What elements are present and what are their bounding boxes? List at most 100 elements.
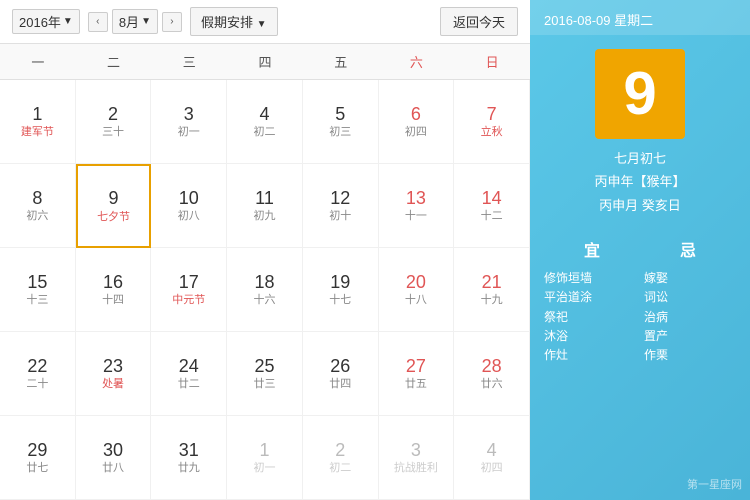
cell-number: 3 [411,440,421,462]
day-header-四: 四 [227,44,303,79]
year-selector: 2016年 ▼ [12,9,80,34]
big-day-number: 9 [623,64,656,124]
cell-lunar: 十九 [481,293,503,307]
calendar-cell-13[interactable]: 14十二 [454,164,530,248]
yi-ji-items: 修饰垣墙平治道涂祭祀沐浴作灶嫁娶词讼治病置产作栗 [544,269,736,365]
calendar-cell-6[interactable]: 7立秋 [454,80,530,164]
cell-lunar: 廿八 [102,461,124,475]
cell-number: 2 [335,440,345,462]
cell-lunar: 十一 [405,209,427,223]
ji-item: 词讼 [644,288,736,307]
calendar-cell-24[interactable]: 25廿三 [227,332,303,416]
cell-lunar: 中元节 [172,293,205,307]
calendar-cell-4[interactable]: 5初三 [303,80,379,164]
cell-number: 3 [184,104,194,126]
watermark-text: 第一星座网 [687,479,742,491]
yi-label: 宜 [584,237,600,261]
month-label: 8月 [119,12,139,31]
calendar-cell-8[interactable]: 9七夕节 [76,164,152,248]
calendar-cell-20[interactable]: 21十九 [454,248,530,332]
cell-number: 4 [487,440,497,462]
calendar-cell-7[interactable]: 8初六 [0,164,76,248]
calendar-cell-25[interactable]: 26廿四 [303,332,379,416]
calendar-cell-12[interactable]: 13十一 [379,164,455,248]
day-header-三: 三 [151,44,227,79]
cell-lunar: 初一 [178,125,200,139]
month-dropdown[interactable]: 8月 ▼ [112,9,158,34]
yi-item: 修饰垣墙 [544,269,636,288]
cell-lunar: 初二 [329,461,351,475]
calendar-cell-10[interactable]: 11初九 [227,164,303,248]
day-header-六: 六 [379,44,455,79]
cell-number: 13 [406,188,426,210]
day-header-二: 二 [76,44,152,79]
calendar-cell-30[interactable]: 31廿九 [151,416,227,500]
calendar-cell-27[interactable]: 28廿六 [454,332,530,416]
cell-number: 31 [179,440,199,462]
cell-lunar: 抗战胜利 [394,461,438,475]
cell-number: 6 [411,104,421,126]
yi-ji-title: 宜 忌 [544,237,736,261]
ji-item: 治病 [644,308,736,327]
day-headers: 一二三四五六日 [0,44,530,80]
calendar-cell-14[interactable]: 15十三 [0,248,76,332]
year-dropdown[interactable]: 2016年 ▼ [12,9,80,34]
cell-number: 26 [330,356,350,378]
calendar-grid: 1建军节2三十3初一4初二5初三6初四7立秋8初六9七夕节10初八11初九12初… [0,80,530,500]
calendar-cell-9[interactable]: 10初八 [151,164,227,248]
calendar-cell-22[interactable]: 23处暑 [76,332,152,416]
prev-month-btn[interactable]: ‹ [88,12,108,32]
big-date-box: 9 [595,49,685,139]
ji-item: 置产 [644,327,736,346]
cell-lunar: 初二 [253,125,275,139]
cell-number: 17 [179,272,199,294]
cell-lunar: 十二 [481,209,503,223]
calendar-cell-34[interactable]: 4初四 [454,416,530,500]
calendar-cell-15[interactable]: 16十四 [76,248,152,332]
cell-number: 25 [254,356,274,378]
calendar-cell-2[interactable]: 3初一 [151,80,227,164]
lunar-info: 七月初七 丙申年【猴年】 丙申月 癸亥日 [584,147,695,217]
calendar-cell-28[interactable]: 29廿七 [0,416,76,500]
calendar-cell-3[interactable]: 4初二 [227,80,303,164]
calendar-cell-19[interactable]: 20十八 [379,248,455,332]
cell-lunar: 立秋 [481,125,503,139]
calendar-cell-21[interactable]: 22二十 [0,332,76,416]
next-month-btn[interactable]: › [162,12,182,32]
cell-lunar: 廿五 [405,377,427,391]
info-panel: 2016-08-09 星期二 9 七月初七 丙申年【猴年】 丙申月 癸亥日 宜 … [530,0,750,500]
calendar-cell-11[interactable]: 12初十 [303,164,379,248]
cell-lunar: 初四 [481,461,503,475]
day-header-日: 日 [454,44,530,79]
calendar-cell-33[interactable]: 3抗战胜利 [379,416,455,500]
month-dropdown-arrow: ▼ [141,16,151,27]
calendar-cell-0[interactable]: 1建军节 [0,80,76,164]
cell-lunar: 七夕节 [97,210,130,224]
calendar-cell-17[interactable]: 18十六 [227,248,303,332]
cell-number: 7 [487,104,497,126]
day-header-一: 一 [0,44,76,79]
yi-ji-section: 宜 忌 修饰垣墙平治道涂祭祀沐浴作灶嫁娶词讼治病置产作栗 [530,225,750,377]
watermark: 第一星座网 [530,468,750,500]
cell-lunar: 十四 [102,293,124,307]
calendar-cell-18[interactable]: 19十七 [303,248,379,332]
today-btn[interactable]: 返回今天 [440,7,518,36]
cell-lunar: 初十 [329,209,351,223]
calendar-cell-16[interactable]: 17中元节 [151,248,227,332]
calendar-cell-29[interactable]: 30廿八 [76,416,152,500]
cell-number: 18 [254,272,274,294]
cell-lunar: 初一 [253,461,275,475]
yi-item: 祭祀 [544,308,636,327]
calendar-cell-32[interactable]: 2初二 [303,416,379,500]
cell-lunar: 廿七 [26,461,48,475]
calendar-cell-31[interactable]: 1初一 [227,416,303,500]
schedule-btn[interactable]: 假期安排 ▼ [190,7,278,36]
cell-lunar: 廿二 [178,377,200,391]
cell-number: 8 [32,188,42,210]
calendar-cell-26[interactable]: 27廿五 [379,332,455,416]
yi-column: 修饰垣墙平治道涂祭祀沐浴作灶 [544,269,636,365]
calendar-cell-5[interactable]: 6初四 [379,80,455,164]
calendar-cell-23[interactable]: 24廿二 [151,332,227,416]
ji-column: 嫁娶词讼治病置产作栗 [644,269,736,365]
calendar-cell-1[interactable]: 2三十 [76,80,152,164]
